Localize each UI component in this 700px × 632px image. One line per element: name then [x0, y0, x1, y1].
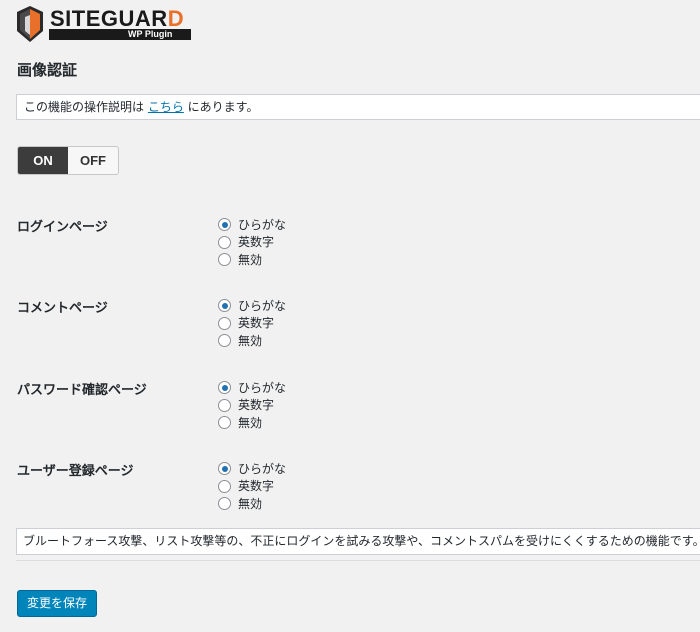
section-label-password-page: パスワード確認ページ [17, 383, 147, 398]
notice-text-after: にあります。 [183, 100, 259, 114]
radio-group-login-page: ひらがな 英数字 無効 [218, 216, 286, 269]
on-off-toggle[interactable]: ON OFF [17, 146, 119, 175]
radio-group-comment-page: ひらがな 英数字 無効 [218, 297, 286, 350]
radio-option-hiragana[interactable]: ひらがな [218, 379, 286, 397]
radio-option-hiragana[interactable]: ひらがな [218, 460, 286, 478]
radio-option-hiragana[interactable]: ひらがな [218, 297, 286, 315]
feature-description: ブルートフォース攻撃、リスト攻撃等の、不正にログインを試みる攻撃や、コメントスパ… [16, 528, 700, 555]
radio-button-checked[interactable] [218, 462, 231, 476]
radio-option-alphanumeric[interactable]: 英数字 [218, 315, 286, 333]
section-label-comment-page: コメントページ [17, 301, 108, 316]
help-link[interactable]: こちら [148, 100, 184, 114]
radio-button-checked[interactable] [218, 299, 231, 313]
siteguard-shield-icon [17, 6, 43, 42]
radio-button[interactable] [218, 253, 231, 267]
page-title: 画像認証 [17, 61, 78, 79]
radio-option-hiragana[interactable]: ひらがな [218, 216, 286, 234]
radio-button[interactable] [218, 334, 231, 348]
radio-button[interactable] [218, 316, 231, 330]
radio-group-registration-page: ひらがな 英数字 無効 [218, 460, 286, 513]
radio-group-password-page: ひらがな 英数字 無効 [218, 379, 286, 432]
radio-option-alphanumeric[interactable]: 英数字 [218, 478, 286, 496]
logo-wordmark: SITEGUARD [50, 6, 185, 31]
save-changes-button[interactable]: 変更を保存 [17, 590, 97, 617]
siteguard-logo: SITEGUARD WP Plugin [16, 5, 194, 43]
divider [16, 560, 700, 561]
notice-text-before: この機能の操作説明は [24, 100, 148, 114]
radio-option-disabled[interactable]: 無効 [218, 414, 286, 432]
radio-button[interactable] [218, 416, 231, 430]
radio-button[interactable] [218, 497, 231, 511]
section-label-login-page: ログインページ [17, 220, 108, 235]
radio-option-disabled[interactable]: 無効 [218, 251, 286, 269]
toggle-off[interactable]: OFF [68, 147, 118, 174]
radio-button[interactable] [218, 479, 231, 493]
radio-option-disabled[interactable]: 無効 [218, 495, 286, 513]
radio-button-checked[interactable] [218, 218, 231, 232]
radio-button[interactable] [218, 398, 231, 412]
section-label-registration-page: ユーザー登録ページ [17, 464, 134, 479]
toggle-on[interactable]: ON [18, 147, 68, 174]
radio-option-alphanumeric[interactable]: 英数字 [218, 397, 286, 415]
radio-option-disabled[interactable]: 無効 [218, 332, 286, 350]
radio-button-checked[interactable] [218, 381, 231, 395]
help-notice: この機能の操作説明は こちら にあります。 [16, 94, 700, 120]
logo-subtitle: WP Plugin [128, 29, 173, 39]
radio-button[interactable] [218, 235, 231, 249]
radio-option-alphanumeric[interactable]: 英数字 [218, 234, 286, 252]
